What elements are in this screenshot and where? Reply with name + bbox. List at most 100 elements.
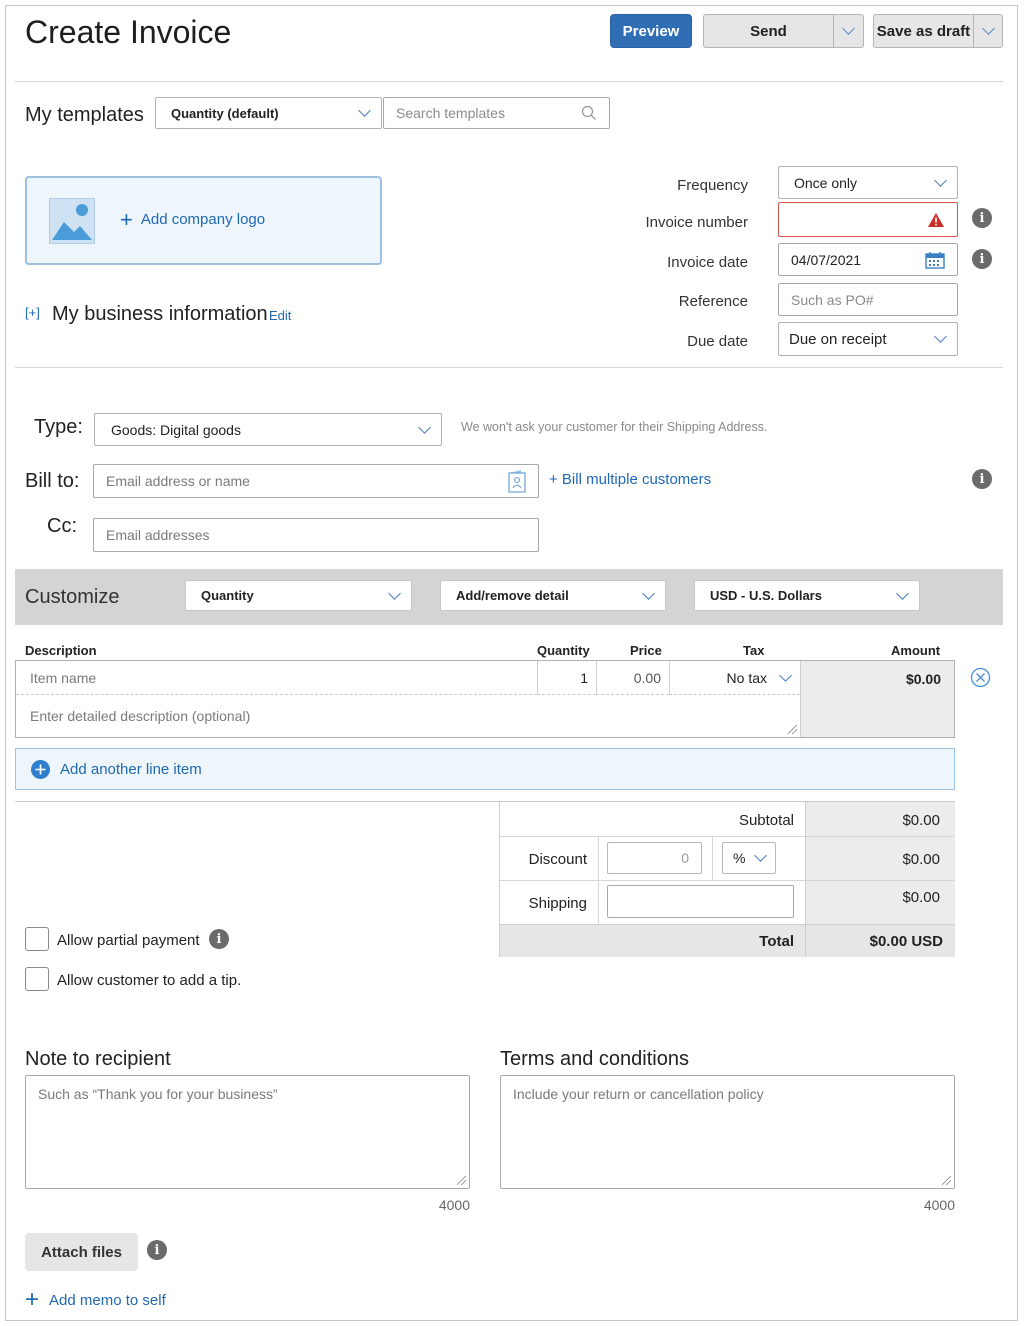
total-label: Total [759,933,794,950]
due-date-label: Due date [687,333,748,350]
terms-label: Terms and conditions [500,1048,689,1070]
note-char-limit: 4000 [438,1197,470,1213]
save-draft-button[interactable]: Save as draft [874,15,974,47]
frequency-value: Once only [794,174,858,191]
page-title: Create Invoice [25,14,232,50]
partial-payment-label: Allow partial payment [57,932,200,949]
partial-payment-checkbox[interactable] [25,927,49,951]
template-select[interactable]: Quantity (default) [155,97,382,129]
chevron-down-icon [981,22,995,35]
image-placeholder-icon [49,198,95,244]
resize-handle-icon[interactable] [457,1176,466,1185]
search-icon [581,105,596,120]
calendar-icon[interactable] [925,251,945,269]
resize-handle-icon[interactable] [942,1176,951,1185]
plus-icon: + [25,1286,40,1313]
terms-textarea[interactable]: Include your return or cancellation poli… [500,1075,955,1189]
type-label: Type: [34,416,83,438]
business-info-label: My business information [52,303,268,325]
invoice-number-label: Invoice number [645,214,748,231]
add-memo-label: Add memo to self [49,1291,166,1309]
invoice-date-input[interactable]: 04/07/2021 [778,243,958,276]
send-button[interactable]: Send [704,15,834,47]
attach-files-info-icon[interactable]: i [147,1240,167,1260]
invoice-date-value: 04/07/2021 [791,251,862,268]
terms-char-limit: 4000 [923,1197,955,1213]
item-description-placeholder: Enter detailed description (optional) [30,708,251,724]
section-divider [15,367,1003,368]
col-tax-header: Tax [743,643,765,658]
invoice-number-input[interactable] [778,202,958,237]
templates-label: My templates [25,104,144,126]
chevron-down-icon [642,586,655,600]
contact-book-icon[interactable] [508,469,526,493]
save-dropdown-toggle[interactable] [974,15,1002,47]
shipping-input[interactable] [607,885,794,918]
template-select-value: Quantity (default) [171,105,279,121]
business-info-edit-link[interactable]: Edit [269,308,291,323]
remove-line-item-icon[interactable] [970,667,991,688]
item-quantity-input[interactable]: 1 [537,661,596,695]
bill-multiple-link[interactable]: + Bill multiple customers [549,471,711,488]
item-name-input[interactable]: Item name [16,661,537,695]
chevron-down-icon [418,420,431,434]
type-select[interactable]: Goods: Digital goods [94,413,442,446]
discount-unit-select[interactable]: % [722,842,776,874]
currency-value: USD - U.S. Dollars [710,588,822,603]
send-dropdown-toggle[interactable] [834,15,863,47]
add-logo-link[interactable]: + Add company logo [120,208,266,230]
totals-row-divider [500,880,955,881]
invoice-date-info-icon[interactable]: i [972,249,992,269]
add-memo-link[interactable]: + Add memo to self [25,1286,166,1313]
chevron-down-icon [934,330,947,343]
discount-label: Discount [528,851,587,868]
warning-icon [928,212,944,227]
reference-placeholder: Such as PO# [791,291,874,308]
totals-row-divider [500,836,955,837]
item-amount-value: $0.00 [905,671,941,687]
discount-input[interactable]: 0 [607,842,702,874]
item-description-input[interactable]: Enter detailed description (optional) [16,695,800,737]
total-value: $0.00 USD [869,933,943,950]
tip-checkbox[interactable] [25,967,49,991]
note-textarea[interactable]: Such as “Thank you for your business” [25,1075,470,1189]
bill-to-input[interactable]: Email address or name [93,464,539,498]
item-quantity-value: 1 [580,669,588,686]
discount-unit-value: % [733,850,746,866]
frequency-select[interactable]: Once only [778,166,958,199]
item-tax-select[interactable]: No tax [669,661,800,695]
business-info-toggle[interactable]: [+] [25,305,40,320]
partial-payment-info-icon[interactable]: i [209,929,229,949]
invoice-number-info-icon[interactable]: i [972,208,992,228]
preview-button[interactable]: Preview [610,14,692,48]
quantity-mode-value: Quantity [201,588,254,603]
add-line-item-button[interactable]: Add another line item [15,748,955,790]
item-price-input[interactable]: 0.00 [596,661,669,695]
cc-input[interactable]: Email addresses [93,518,539,552]
bill-to-info-icon[interactable]: i [972,469,992,489]
detail-select[interactable]: Add/remove detail [440,580,666,611]
due-date-select[interactable]: Due on receipt [778,322,958,356]
total-divider [805,924,806,957]
frequency-label: Frequency [677,177,748,194]
due-date-value: Due on receipt [789,330,887,348]
type-hint: We won't ask your customer for their Shi… [461,420,768,434]
resize-handle-icon[interactable] [788,725,797,734]
add-line-item-label: Add another line item [60,760,202,778]
currency-select[interactable]: USD - U.S. Dollars [694,580,920,611]
quantity-mode-select[interactable]: Quantity [185,580,412,611]
subtotal-value: $0.00 [902,812,940,829]
reference-input[interactable]: Such as PO# [778,283,958,316]
detail-select-value: Add/remove detail [456,588,569,603]
template-search-input[interactable]: Search templates [383,97,610,129]
discount-input-value: 0 [681,850,689,866]
add-logo-label: Add company logo [140,211,266,228]
header-divider [15,81,1003,82]
send-button-group: Send [703,14,864,48]
add-logo-area[interactable]: + Add company logo [25,176,382,265]
attach-files-button[interactable]: Attach files [25,1233,138,1271]
col-description-header: Description [25,643,97,658]
note-placeholder: Such as “Thank you for your business” [38,1086,278,1102]
col-price-header: Price [630,643,662,658]
item-price-value: 0.00 [633,669,661,686]
